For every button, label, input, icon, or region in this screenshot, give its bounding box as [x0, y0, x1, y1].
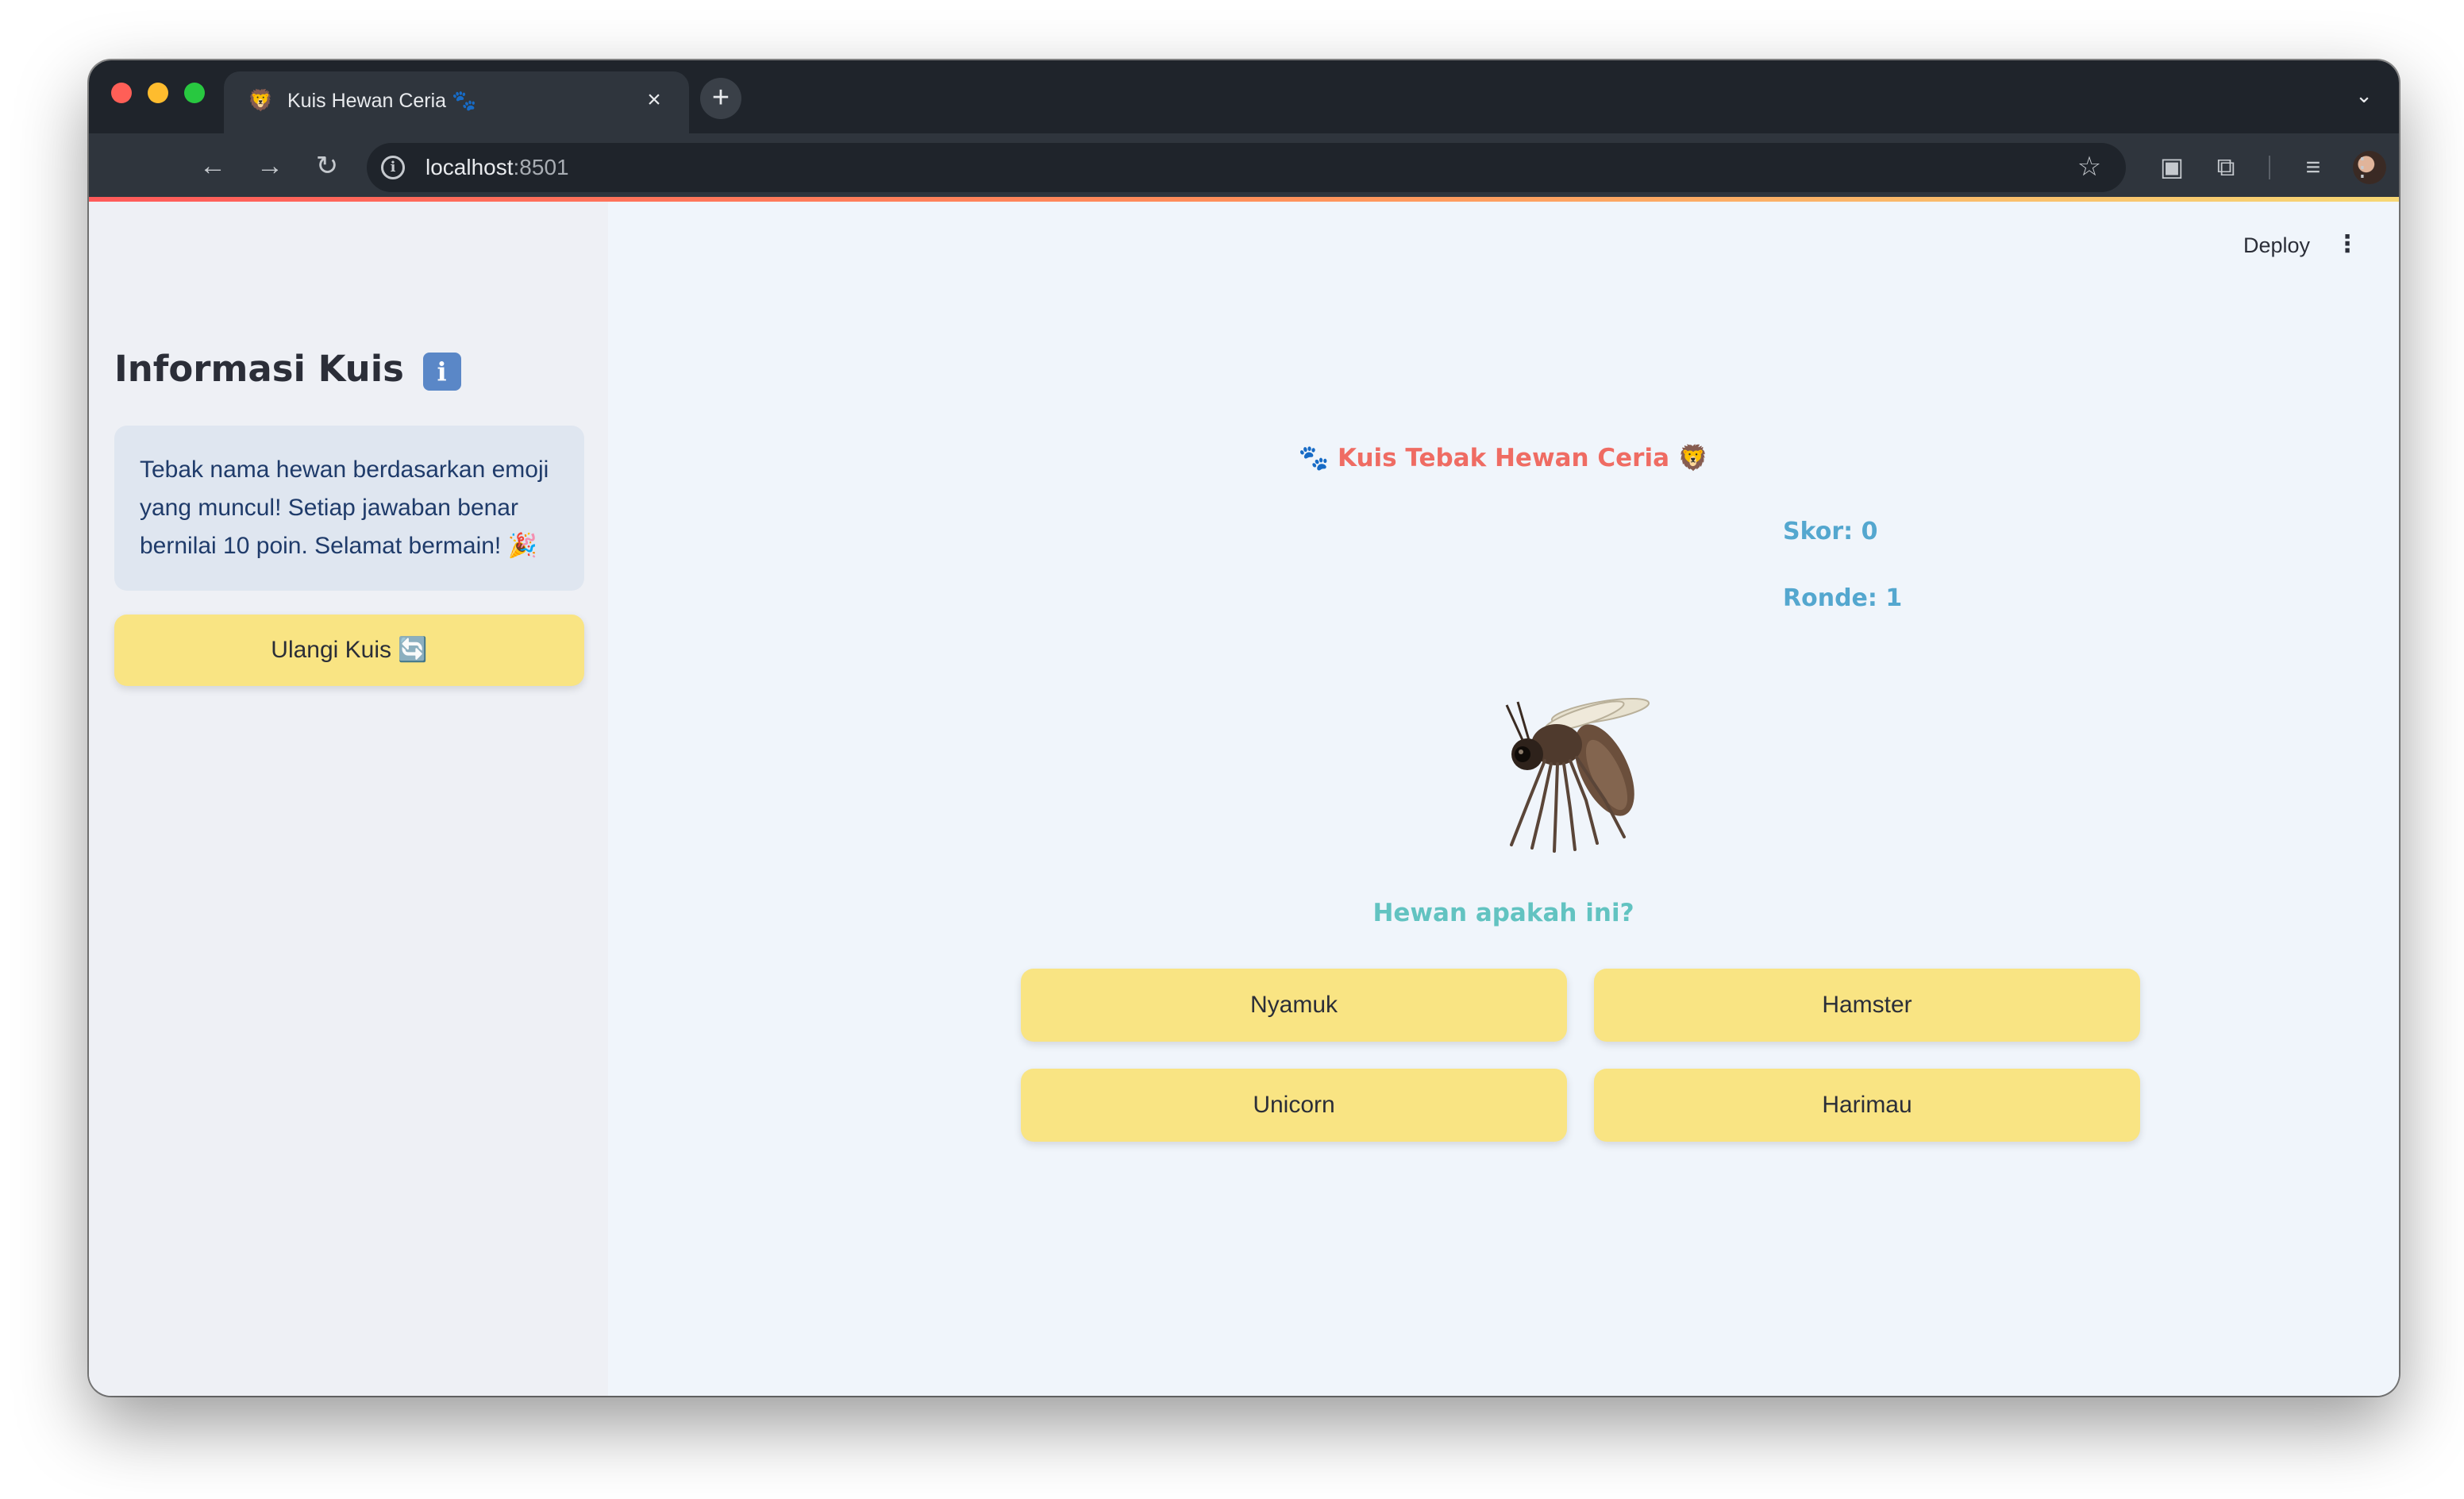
answer-options: Nyamuk Hamster Unicorn Harimau: [1021, 969, 2143, 1142]
browser-window: 🦁 Kuis Hewan Ceria 🐾 × + ⌄ ← → i localho…: [89, 60, 2399, 1396]
puzzle-icon[interactable]: ⧉: [2207, 148, 2245, 186]
window-controls: [111, 83, 205, 103]
minimize-window-button[interactable]: [148, 83, 168, 103]
question-text: Hewan apakah ini?: [1373, 899, 1634, 927]
restart-quiz-button[interactable]: Ulangi Kuis 🔄: [114, 615, 584, 686]
score-label: Skor: 0: [1783, 518, 1878, 545]
url-port: :8501: [513, 155, 569, 179]
active-tab[interactable]: 🦁 Kuis Hewan Ceria 🐾 ×: [224, 71, 689, 133]
info-alert: Tebak nama hewan berdasarkan emoji yang …: [114, 426, 584, 591]
more-menu-icon[interactable]: ⋮: [2343, 148, 2381, 186]
option-button-harimau[interactable]: Harimau: [1594, 1069, 2140, 1142]
info-emoji-icon: i: [422, 353, 461, 391]
zoom-window-button[interactable]: [184, 83, 205, 103]
main-menu-icon[interactable]: ⋮: [2335, 230, 2359, 259]
sidebar: Informasi Kuis i Tebak nama hewan berdas…: [89, 202, 608, 1396]
paw-prints-icon: 🐾: [1298, 444, 1330, 472]
tab-favicon-icon: 🦁: [248, 88, 274, 112]
mosquito-icon: [1505, 698, 1650, 853]
streamlit-app: Informasi Kuis i Tebak nama hewan berdas…: [89, 202, 2399, 1396]
reload-icon[interactable]: ↻: [308, 148, 346, 186]
tab-close-icon[interactable]: ×: [640, 86, 668, 114]
main-content: Deploy ⋮ 🐾 Kuis Tebak Hewan Ceria 🦁 Skor…: [608, 202, 2399, 1396]
address-bar[interactable]: i localhost:8501 ☆: [367, 143, 2126, 192]
option-button-nyamuk[interactable]: Nyamuk: [1021, 969, 1567, 1042]
bookmark-star-icon[interactable]: ☆: [2073, 151, 2105, 183]
url-host: localhost: [425, 155, 514, 179]
quiz-title-text: Kuis Tebak Hewan Ceria: [1338, 444, 1669, 472]
forward-arrow-icon[interactable]: →: [251, 148, 289, 186]
lion-face-icon: 🦁: [1677, 444, 1709, 472]
site-info-icon[interactable]: i: [381, 156, 405, 179]
back-arrow-icon[interactable]: ←: [194, 148, 232, 186]
quiz-title: 🐾 Kuis Tebak Hewan Ceria 🦁: [608, 443, 2399, 472]
media-icon[interactable]: ≡: [2294, 148, 2332, 186]
tab-title: Kuis Hewan Ceria 🐾: [287, 90, 477, 112]
tab-search-chevron-icon[interactable]: ⌄: [2347, 78, 2381, 113]
browser-toolbar: ← → i localhost:8501 ☆ ↻ ▣ ⧉ ≡ ⋮: [89, 133, 2399, 200]
new-tab-button[interactable]: +: [700, 78, 741, 119]
sidebar-title: Informasi Kuis i: [114, 348, 461, 391]
toolbar-separator: [2269, 156, 2270, 179]
extension-icon[interactable]: ▣: [2153, 148, 2191, 186]
round-label: Ronde: 1: [1783, 584, 1903, 612]
deploy-button[interactable]: Deploy: [2243, 233, 2310, 258]
tab-strip: 🦁 Kuis Hewan Ceria 🐾 × + ⌄: [89, 60, 2399, 133]
close-window-button[interactable]: [111, 83, 132, 103]
option-button-hamster[interactable]: Hamster: [1594, 969, 2140, 1042]
url-text: localhost:8501: [425, 154, 569, 181]
sidebar-title-text: Informasi Kuis: [114, 348, 404, 390]
option-button-unicorn[interactable]: Unicorn: [1021, 1069, 1567, 1142]
